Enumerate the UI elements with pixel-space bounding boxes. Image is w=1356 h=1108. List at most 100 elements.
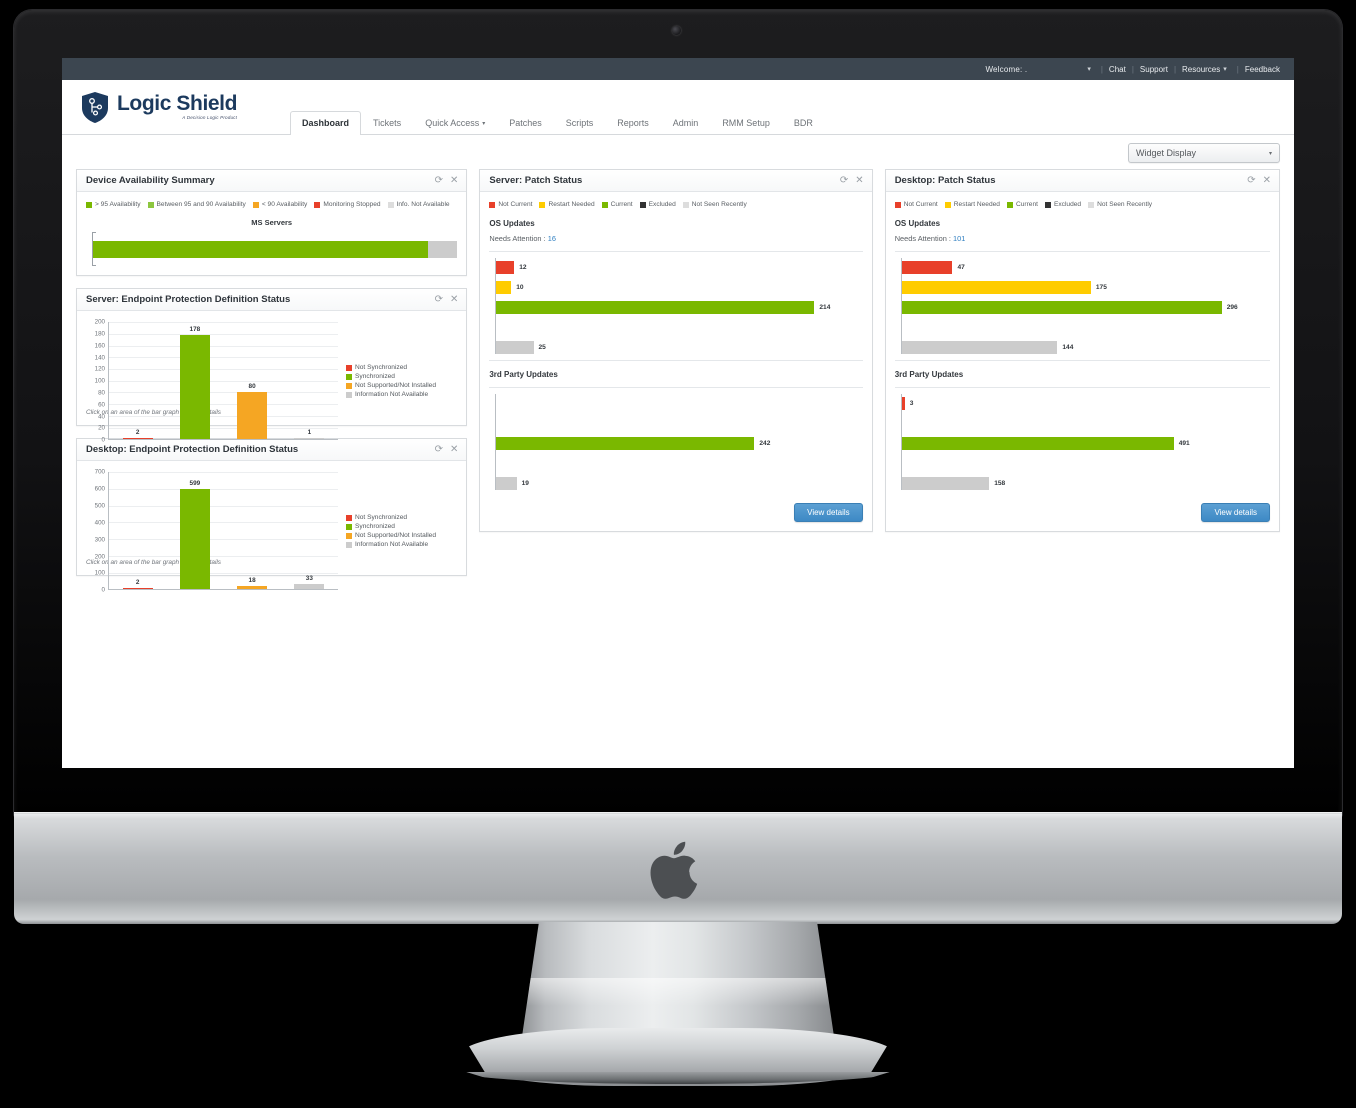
topbar-link-chat[interactable]: Chat: [1109, 65, 1126, 74]
nav-tab-scripts[interactable]: Scripts: [554, 111, 606, 135]
widget-display-dropdown[interactable]: Widget Display ▾: [1128, 143, 1280, 163]
nav-tab-reports[interactable]: Reports: [605, 111, 661, 135]
bar-cell[interactable]: 2: [109, 322, 166, 440]
bar[interactable]: [496, 260, 515, 274]
bar-cell[interactable]: 1: [281, 322, 338, 440]
refresh-icon[interactable]: ⟳: [435, 294, 443, 305]
refresh-icon[interactable]: ⟳: [435, 175, 443, 186]
nav-tab-dashboard[interactable]: Dashboard: [290, 111, 362, 135]
column-middle: Server: Patch Status ⟳ ✕ Not Current Rest…: [479, 169, 873, 544]
legend-swatch-icon: [147, 202, 154, 209]
bar[interactable]: [496, 300, 815, 314]
widget-desktop-patch-status: Desktop: Patch Status ⟳ ✕ Not Current Res…: [884, 169, 1280, 533]
bar-row[interactable]: [901, 454, 1270, 472]
close-icon[interactable]: ✕: [450, 294, 458, 305]
needs-attention-value[interactable]: 16: [548, 234, 556, 243]
close-icon[interactable]: ✕: [450, 444, 458, 455]
bar-value-label: 158: [994, 479, 1006, 487]
close-icon[interactable]: ✕: [855, 175, 863, 186]
refresh-icon[interactable]: ⟳: [435, 444, 443, 455]
bar-cell[interactable]: 599: [166, 472, 223, 590]
bar-row[interactable]: [495, 454, 862, 472]
legend-label: Restart Needed: [953, 201, 1000, 208]
bar-cell[interactable]: 18: [224, 472, 281, 590]
bar-row[interactable]: [495, 414, 862, 432]
close-icon[interactable]: ✕: [450, 175, 458, 186]
bar[interactable]: 18: [237, 577, 267, 590]
nav-tab-rmm-setup[interactable]: RMM Setup: [710, 111, 782, 135]
bar-row[interactable]: 144: [901, 338, 1270, 356]
bar[interactable]: 2: [122, 429, 153, 440]
bar-row[interactable]: [901, 414, 1270, 432]
bar[interactable]: [901, 436, 1174, 450]
bar-row[interactable]: 296: [901, 298, 1270, 316]
bar-row[interactable]: [495, 318, 862, 336]
bar-row[interactable]: 491: [901, 434, 1270, 452]
bar[interactable]: [901, 260, 953, 274]
bar-row[interactable]: 10: [495, 278, 862, 296]
topbar-link-resources[interactable]: Resources: [1182, 65, 1220, 74]
bar-row[interactable]: 242: [495, 434, 862, 452]
y-tick-label: 500: [94, 502, 105, 510]
bar-row[interactable]: 214: [495, 298, 862, 316]
bar-cell[interactable]: 80: [224, 322, 281, 440]
topbar-link-support[interactable]: Support: [1140, 65, 1168, 74]
bar-cell[interactable]: 2: [109, 472, 166, 590]
refresh-icon[interactable]: ⟳: [1247, 175, 1255, 186]
view-details-button[interactable]: View details: [1201, 503, 1270, 523]
close-icon[interactable]: ✕: [1263, 175, 1271, 186]
bar[interactable]: [901, 300, 1222, 314]
bar[interactable]: [901, 396, 905, 410]
bar[interactable]: 599: [179, 480, 210, 590]
refresh-icon[interactable]: ⟳: [840, 175, 848, 186]
user-menu-caret-icon[interactable]: ▾: [1087, 65, 1091, 73]
y-tick-label: 160: [94, 342, 105, 350]
bar-cell[interactable]: 33: [281, 472, 338, 590]
bar-row[interactable]: 19: [495, 474, 862, 492]
bar[interactable]: 2: [122, 579, 153, 590]
bar-row[interactable]: 158: [901, 474, 1270, 492]
bar[interactable]: [901, 280, 1091, 294]
legend-label: Not Current: [903, 201, 938, 208]
bar[interactable]: [496, 280, 512, 294]
bar-cell[interactable]: 178: [166, 322, 223, 440]
availability-segment[interactable]: [428, 241, 458, 259]
bar[interactable]: 80: [237, 383, 267, 440]
bar[interactable]: [496, 436, 755, 450]
bar[interactable]: [901, 340, 1058, 354]
legend-item: Not Seen Recently: [682, 200, 747, 210]
bar-value-label: 19: [521, 479, 529, 487]
nav-tab-admin[interactable]: Admin: [661, 111, 711, 135]
topbar-link-feedback[interactable]: Feedback: [1245, 65, 1280, 74]
server-third-party-chart: 242 19: [489, 387, 863, 492]
legend-label: Excluded: [648, 201, 676, 208]
bar-row[interactable]: 3: [901, 394, 1270, 412]
bar-row[interactable]: 25: [495, 338, 862, 356]
resources-caret-icon[interactable]: ▾: [1223, 65, 1227, 73]
view-details-button[interactable]: View details: [794, 503, 863, 523]
logo[interactable]: Logic Shield A Decision Logic Product: [80, 90, 237, 124]
third-party-title: 3rd Party Updates: [489, 370, 558, 380]
nav-tab-tickets[interactable]: Tickets: [361, 111, 413, 135]
availability-segment[interactable]: [93, 241, 429, 259]
bar-row[interactable]: 175: [901, 278, 1270, 296]
bar[interactable]: [901, 476, 990, 490]
bar[interactable]: 178: [179, 326, 210, 440]
needs-attention-value[interactable]: 101: [953, 234, 965, 243]
availability-stacked-bar[interactable]: [93, 241, 458, 259]
nav-tab-quick-access[interactable]: Quick Access ▾: [413, 111, 497, 135]
y-tick-label: 100: [94, 569, 105, 577]
bar[interactable]: [496, 476, 517, 490]
legend-item: Restart Needed: [944, 200, 1000, 210]
nav-tab-patches[interactable]: Patches: [497, 111, 554, 135]
bar[interactable]: 1: [294, 429, 325, 440]
bar-row[interactable]: [495, 394, 862, 412]
bar-row[interactable]: [901, 318, 1270, 336]
bar-row[interactable]: 12: [495, 258, 862, 276]
legend-item: Info. Not Available: [387, 200, 450, 210]
legend-swatch-icon: [86, 202, 92, 209]
nav-tab-bdr[interactable]: BDR: [782, 111, 825, 135]
bar[interactable]: [496, 340, 534, 354]
bar-row[interactable]: 47: [901, 258, 1270, 276]
bar[interactable]: 33: [294, 575, 325, 590]
